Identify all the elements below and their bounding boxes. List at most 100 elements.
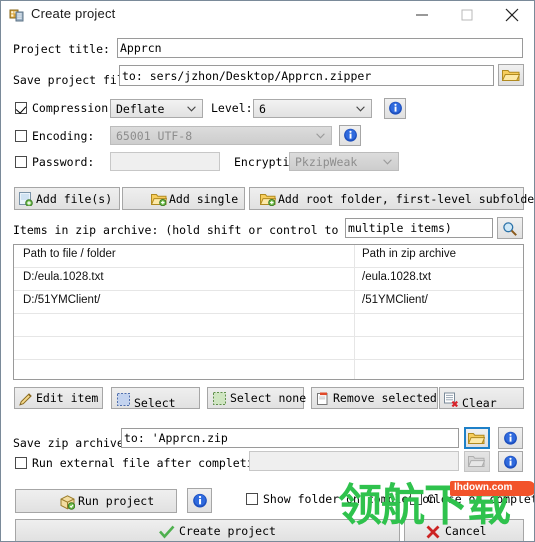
select-none-label: Select none xyxy=(230,391,307,405)
compression-level-select[interactable]: 6 xyxy=(253,99,372,118)
info-icon xyxy=(344,128,357,142)
cancel-button[interactable]: Cancel xyxy=(404,519,524,541)
items-filter-input[interactable] xyxy=(345,218,493,238)
table-row[interactable]: D:/eula.1028.txt /eula.1028.txt xyxy=(14,268,523,291)
password-label: Password: xyxy=(32,155,95,169)
run-external-input[interactable] xyxy=(249,451,459,471)
browse-archive-button[interactable] xyxy=(464,427,490,449)
close-on-completion-checkbox[interactable] xyxy=(410,493,422,505)
column-header-path: Path to file / folder xyxy=(23,248,116,260)
maximize-button[interactable] xyxy=(444,1,489,29)
items-table[interactable]: Path to file / folder Path in zip archiv… xyxy=(13,244,524,380)
window-title: Create project xyxy=(31,6,116,21)
compression-level-label: Level: xyxy=(211,101,253,115)
info-icon xyxy=(504,431,517,445)
add-file-icon xyxy=(19,192,33,206)
select-none-icon xyxy=(213,392,226,405)
pencil-icon xyxy=(19,393,32,406)
edit-item-button[interactable]: Edit item xyxy=(14,387,103,409)
encoding-info-button[interactable] xyxy=(339,125,361,146)
chevron-down-icon xyxy=(316,132,325,139)
red-x-icon xyxy=(426,525,440,539)
title-bar: Create project xyxy=(1,1,534,29)
encryption-value: PkzipWeak xyxy=(295,154,358,169)
folder-icon xyxy=(468,456,485,467)
cell-zip-path: /51YMClient/ xyxy=(362,294,428,306)
encoding-value: 65001 UTF-8 xyxy=(116,128,193,143)
run-external-checkbox[interactable] xyxy=(15,457,27,469)
create-project-label: Create project xyxy=(179,523,276,538)
add-folder-icon xyxy=(151,194,167,206)
add-files-button[interactable]: Add file(s) xyxy=(14,187,120,210)
compression-method-value: Deflate xyxy=(116,101,165,116)
remove-icon xyxy=(317,392,328,405)
encryption-select[interactable]: PkzipWeak xyxy=(289,152,399,171)
chevron-down-icon xyxy=(356,105,365,112)
folder-icon xyxy=(468,433,485,444)
edit-item-label: Edit item xyxy=(36,391,99,405)
run-project-label: Run project xyxy=(78,494,155,508)
select-button[interactable]: Select xyxy=(111,387,200,410)
cancel-label: Cancel xyxy=(445,523,487,538)
cell-path: D:/eula.1028.txt xyxy=(23,271,104,283)
save-archive-input[interactable] xyxy=(121,428,459,448)
run-project-info-button[interactable] xyxy=(187,488,212,513)
table-row-empty xyxy=(14,314,523,337)
compression-method-select[interactable]: Deflate xyxy=(110,99,203,118)
password-input[interactable] xyxy=(110,152,220,171)
check-icon xyxy=(159,525,175,539)
add-single-label: Add single xyxy=(169,191,239,206)
clear-button[interactable]: Clear xyxy=(439,387,524,410)
add-files-label: Add file(s) xyxy=(36,191,113,206)
add-root-folder-icon xyxy=(260,194,276,206)
remove-selected-button[interactable]: Remove selected xyxy=(311,387,438,409)
create-project-button[interactable]: Create project xyxy=(15,519,400,541)
encoding-select[interactable]: 65001 UTF-8 xyxy=(110,126,332,145)
compression-checkbox[interactable] xyxy=(15,102,27,114)
table-row[interactable]: D:/51YMClient/ /51YMClient/ xyxy=(14,291,523,314)
minimize-button[interactable] xyxy=(399,1,444,29)
table-row-empty xyxy=(14,360,523,379)
encoding-checkbox[interactable] xyxy=(15,130,27,142)
info-icon xyxy=(389,101,402,115)
chevron-down-icon xyxy=(187,105,196,112)
items-label: Items in zip archive: (hold shift or con… xyxy=(13,223,387,237)
create-project-window: Create project Project title: Save proje… xyxy=(0,0,535,542)
encoding-label: Encoding: xyxy=(32,129,95,143)
select-label: Select xyxy=(134,396,176,410)
remove-selected-label: Remove selected xyxy=(333,391,437,405)
cell-zip-path: /eula.1028.txt xyxy=(362,271,432,283)
clear-icon xyxy=(444,392,458,407)
compression-info-button[interactable] xyxy=(384,98,406,119)
add-single-button[interactable]: Add single xyxy=(122,187,245,210)
add-root-folder-label: Add root folder, first-level subfolders xyxy=(278,191,535,206)
project-title-label: Project title: xyxy=(13,42,110,56)
magnifier-icon xyxy=(503,222,517,236)
run-external-label: Run external file after completion: xyxy=(32,456,275,470)
column-header-zip-path: Path in zip archive xyxy=(362,248,456,260)
browse-project-file-button[interactable] xyxy=(498,64,524,86)
browse-external-button[interactable] xyxy=(464,451,490,472)
close-on-completion-label: Close on completion xyxy=(427,492,534,506)
compression-level-value: 6 xyxy=(259,101,266,116)
save-project-file-input[interactable] xyxy=(119,65,494,86)
info-icon xyxy=(193,493,207,508)
info-icon xyxy=(504,455,517,469)
package-icon xyxy=(60,495,75,510)
run-project-button[interactable]: Run project xyxy=(15,489,177,513)
items-search-button[interactable] xyxy=(497,217,523,239)
close-button[interactable] xyxy=(489,1,534,29)
project-title-input[interactable] xyxy=(117,38,523,58)
password-checkbox[interactable] xyxy=(15,156,27,168)
chevron-down-icon xyxy=(383,158,392,165)
run-external-info-button[interactable] xyxy=(498,451,523,472)
table-header-row: Path to file / folder Path in zip archiv… xyxy=(14,245,523,268)
select-none-button[interactable]: Select none xyxy=(207,387,307,409)
app-icon xyxy=(9,7,25,23)
cell-path: D:/51YMClient/ xyxy=(23,294,101,306)
select-icon xyxy=(117,393,130,406)
show-folder-checkbox[interactable] xyxy=(246,493,258,505)
save-archive-info-button[interactable] xyxy=(498,427,523,449)
table-row-empty xyxy=(14,337,523,360)
add-root-folder-button[interactable]: Add root folder, first-level subfolders xyxy=(249,187,534,210)
